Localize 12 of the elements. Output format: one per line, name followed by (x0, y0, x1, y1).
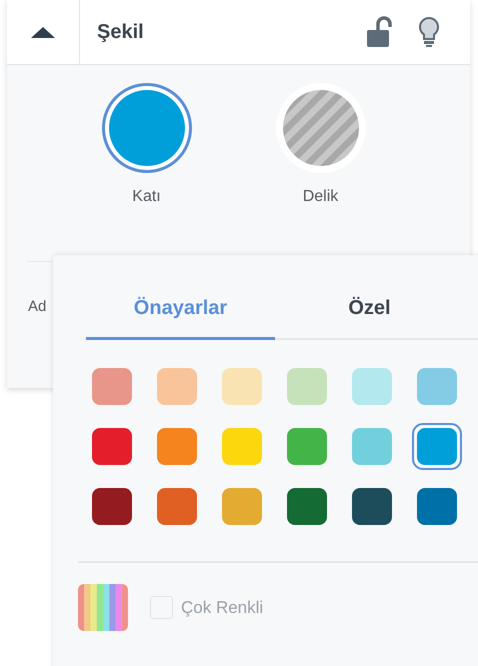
shape-option[interactable]: Delik (260, 83, 380, 209)
lock-button[interactable] (366, 16, 392, 48)
lightbulb-icon (418, 16, 440, 48)
unlock-icon (366, 16, 392, 48)
shape-option[interactable]: Katı (86, 83, 206, 209)
light-button[interactable] (418, 16, 440, 48)
panel-title: Şekil (97, 20, 145, 45)
tab[interactable]: Özel (275, 293, 464, 340)
rainbow-swatch-icon (78, 584, 128, 631)
steps-label: Ad (28, 297, 46, 317)
color-swatch[interactable] (412, 423, 462, 470)
caret-icon (31, 26, 55, 38)
